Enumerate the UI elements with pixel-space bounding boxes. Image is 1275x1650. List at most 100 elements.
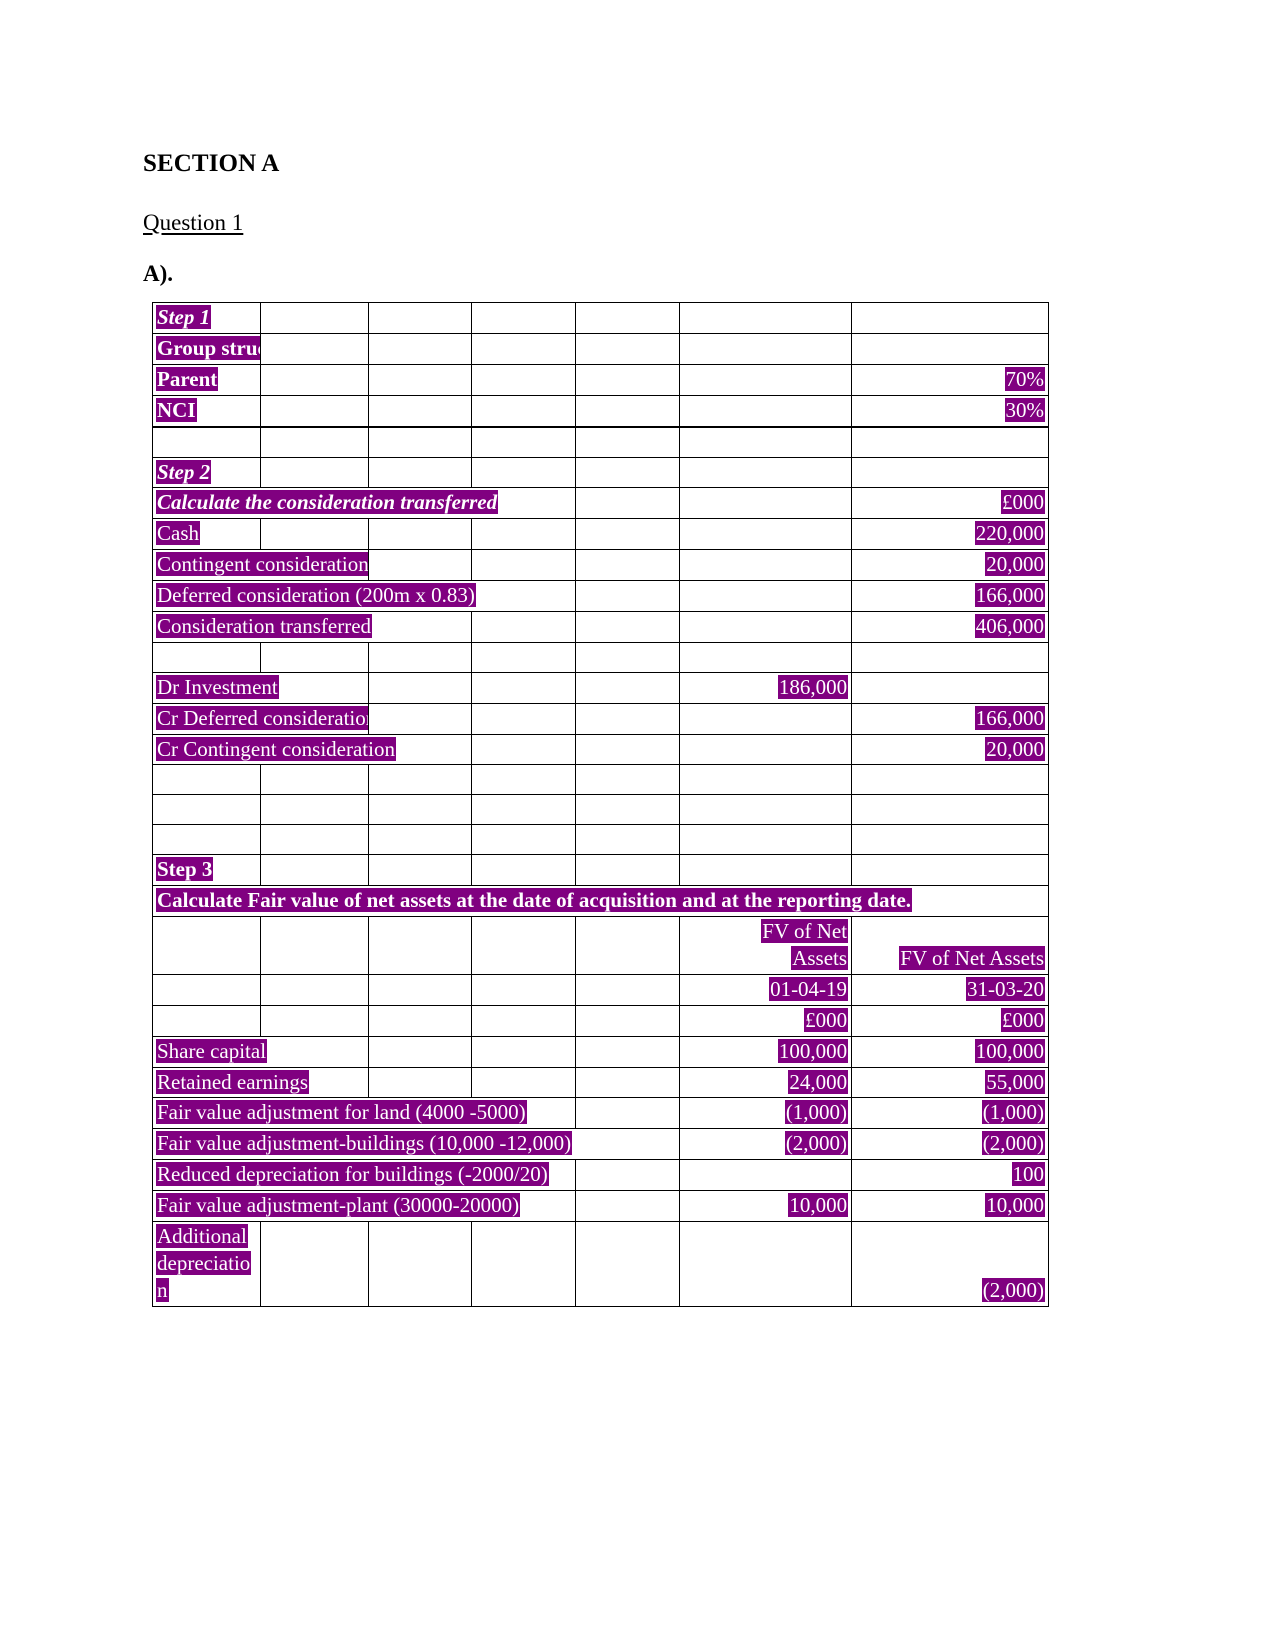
cell-blank	[260, 302, 369, 334]
cell-blank	[471, 1035, 576, 1068]
cell-retained-earnings-v2: 55,000	[851, 1066, 1049, 1099]
cell-blank	[471, 764, 576, 796]
cell-blank	[574, 1066, 681, 1099]
cell-fv-units-col1: £000	[679, 1004, 853, 1037]
cell-blank	[471, 1004, 576, 1037]
cell-blank	[679, 764, 853, 796]
cell-blank	[679, 394, 853, 428]
cell-blank	[574, 764, 681, 796]
cell-share-capital-v1: 100,000	[679, 1035, 853, 1068]
cell-step1-label: Step 1	[151, 302, 262, 334]
part-label: A).	[143, 260, 174, 286]
cell-blank	[574, 1097, 681, 1130]
cell-nci-percent: 30%	[851, 394, 1049, 428]
cell-blank	[367, 854, 473, 887]
cell-fv-adj-land-v1: (1,000)	[679, 1097, 853, 1130]
consolidation-worksheet-table: Step 1 Group structure	[151, 302, 1049, 1307]
cell-fv-date-col2: 31-03-20	[851, 973, 1049, 1006]
cell-blank	[574, 1004, 681, 1037]
cell-reduced-depreciation-label: Reduced depreciation for buildings (-200…	[152, 1159, 576, 1192]
table-row: Calculate Fair value of net assets at th…	[152, 885, 1049, 918]
cell-additional-depreciation-label: Additional depreciation	[151, 1220, 262, 1307]
cell-blank	[574, 610, 681, 643]
cell-blank	[471, 1066, 576, 1099]
cell-blank	[574, 363, 681, 396]
cell-blank	[260, 854, 369, 887]
table-row: Consideration transferred 406,000	[151, 610, 1049, 643]
cell-blank	[471, 302, 576, 334]
table-row: Share capital 100,000 100,000	[152, 1035, 1049, 1068]
cell-reduced-depreciation-v2: 100	[851, 1159, 1049, 1192]
cell-blank	[574, 426, 681, 458]
cell-blank	[574, 332, 681, 365]
cell-step3-label: Step 3	[151, 854, 262, 887]
cell-blank	[367, 973, 473, 1006]
cell-blank	[679, 580, 853, 612]
cell-blank	[151, 1004, 262, 1037]
table-row: Group structure	[151, 332, 1049, 365]
cell-blank	[574, 302, 681, 334]
cell-blank	[367, 1004, 473, 1037]
cell-parent-percent: 70%	[851, 363, 1049, 396]
cell-blank	[851, 641, 1049, 673]
cell-blank	[679, 641, 853, 673]
cell-blank	[151, 973, 262, 1006]
cell-fv-adj-land-v2: (1,000)	[851, 1097, 1049, 1130]
cell-blank	[679, 302, 853, 334]
cell-fv-adj-plant-label: Fair value adjustment-plant (30000-20000…	[152, 1190, 576, 1222]
cell-blank	[471, 518, 576, 551]
cell-blank	[574, 702, 681, 735]
table-row: Deferred consideration (200m x 0.83) 166…	[152, 580, 1049, 612]
cell-consideration-transferred-value: 406,000	[851, 610, 1049, 643]
cell-additional-depreciation-v2: (2,000)	[851, 1220, 1049, 1307]
cell-deferred-consideration-value: 166,000	[851, 580, 1049, 612]
cell-blank	[471, 824, 576, 856]
cell-group-structure-label: Group structure	[151, 332, 262, 365]
cell-share-capital-label: Share capital	[152, 1035, 369, 1068]
cell-blank	[679, 610, 853, 643]
cell-blank	[367, 363, 473, 396]
cell-blank	[679, 332, 853, 365]
cell-blank	[679, 487, 853, 520]
cell-blank	[574, 854, 681, 887]
cell-consideration-transferred-label: Consideration transferred	[151, 610, 473, 643]
cell-deferred-consideration-label: Deferred consideration (200m x 0.83)	[152, 580, 576, 612]
cell-blank	[151, 764, 262, 796]
cell-blank	[471, 641, 576, 673]
table-row: Fair value adjustment for land (4000 -50…	[152, 1097, 1049, 1130]
cell-blank	[260, 426, 369, 458]
cell-blank	[679, 456, 853, 489]
cell-blank	[851, 426, 1049, 458]
question-heading: Question 1	[143, 210, 1133, 235]
cell-blank	[367, 1035, 473, 1068]
cell-blank	[471, 363, 576, 396]
table-row: Cash 220,000	[151, 518, 1049, 551]
table-row: Parent 70%	[151, 363, 1049, 396]
cell-blank	[151, 426, 262, 458]
cell-blank	[574, 518, 681, 551]
table-row: Step 2	[151, 456, 1049, 489]
cell-blank	[471, 702, 576, 735]
cell-blank	[260, 641, 369, 673]
cell-blank	[851, 824, 1049, 856]
table-row: Step 3	[151, 854, 1049, 887]
cell-blank	[471, 610, 576, 643]
cell-contingent-consideration-label: Contingent consideration	[152, 549, 369, 582]
cell-blank	[367, 641, 473, 673]
cell-blank	[679, 702, 853, 735]
cell-blank	[851, 671, 1049, 704]
cell-blank	[260, 973, 369, 1006]
table-row-spacer	[151, 641, 1049, 673]
cell-reduced-depreciation-v1	[679, 1159, 853, 1192]
cell-blank	[574, 487, 681, 520]
cell-calc-consideration-label: Calculate the consideration transferred	[152, 487, 576, 520]
cell-blank	[574, 733, 681, 766]
document-body: SECTION A Question 1 A). Step 1 Group st…	[143, 150, 1133, 1307]
cell-blank	[367, 456, 473, 489]
table-row-header: £000 £000	[151, 1004, 1049, 1037]
table-row-spacer	[151, 824, 1049, 856]
cell-blank	[151, 641, 262, 673]
cell-blank	[574, 1159, 681, 1192]
cell-fv-adj-plant-v1: 10,000	[679, 1190, 853, 1222]
table-row: Fair value adjustment-plant (30000-20000…	[152, 1190, 1049, 1222]
